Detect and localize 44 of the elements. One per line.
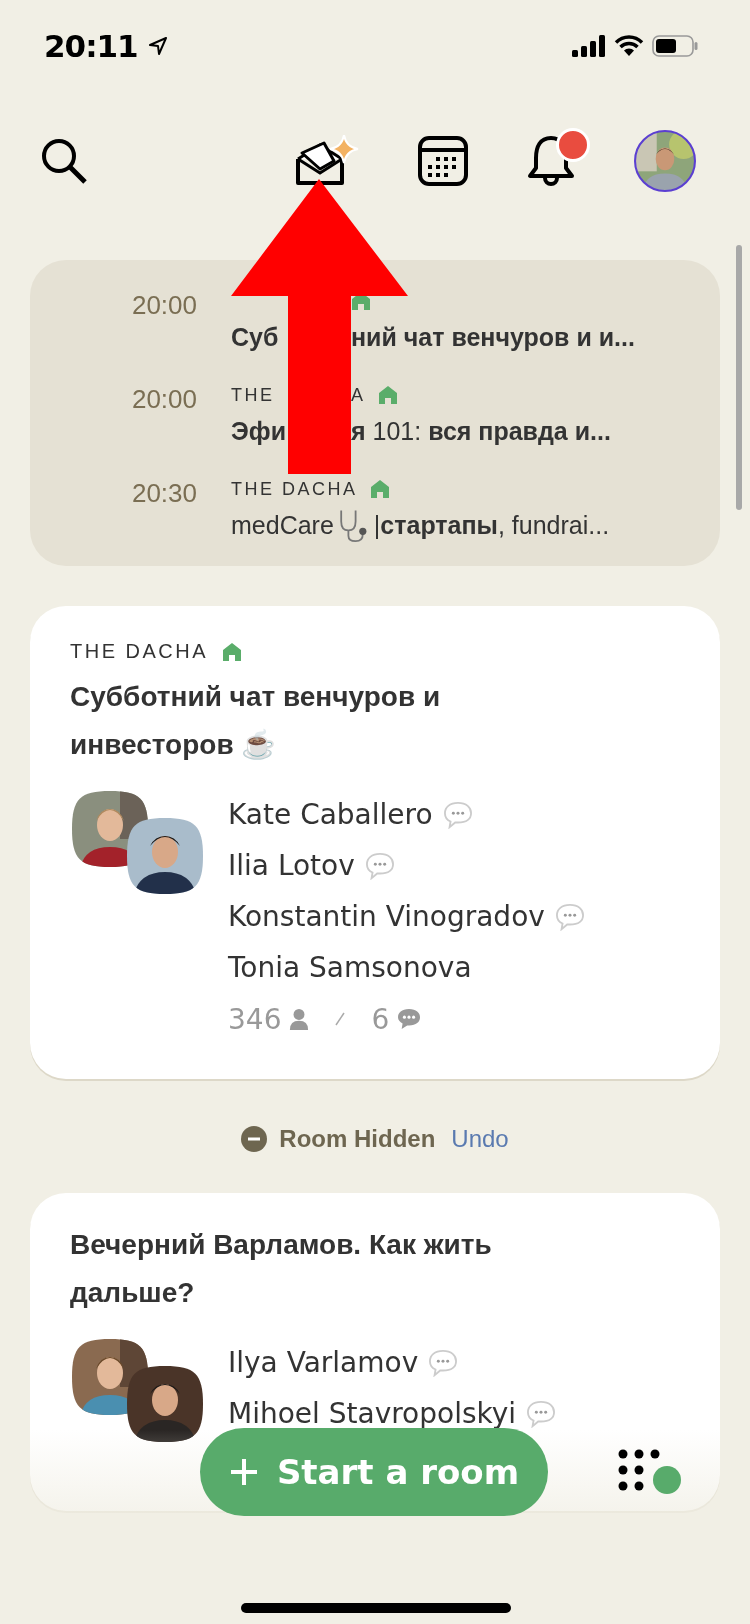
event-title: Эфи — [231, 416, 288, 446]
person-icon — [289, 1008, 310, 1030]
event-time: 20:30 — [130, 477, 197, 510]
envelope-icon[interactable] — [294, 135, 360, 187]
event-time: 20:00 — [130, 289, 197, 322]
chat-bubble-icon — [397, 1008, 422, 1030]
plus-icon — [228, 1457, 259, 1487]
speaker-name[interactable]: Ilia Lotov — [228, 849, 355, 882]
speaker-name[interactable]: Ilya Varlamov — [228, 1346, 419, 1379]
bell-icon[interactable] — [526, 134, 576, 188]
battery-icon — [652, 35, 698, 57]
house-icon — [369, 479, 390, 499]
event-title: ний чат венчуров и и... — [351, 322, 635, 352]
undo-link[interactable]: Undo — [451, 1125, 509, 1153]
location-arrow-icon — [147, 36, 168, 56]
speaker-name[interactable]: Kate Caballero — [228, 798, 433, 831]
search-icon[interactable] — [40, 137, 88, 185]
minus-circle-icon — [241, 1126, 268, 1152]
event-title: Суб — [231, 322, 280, 352]
club-name: THE DACHA — [70, 640, 209, 663]
club-name: THE — [231, 384, 275, 406]
speaker-name[interactable]: Konstantin Vinogradov — [228, 900, 545, 933]
status-time: 20:11 — [44, 28, 138, 64]
event-title: medCare — [231, 510, 334, 540]
speaker-name[interactable]: Mihoel Stavropolskyi — [228, 1397, 517, 1430]
room-title: Вечерний Варламов. Как жить дальше? — [70, 1228, 493, 1310]
event-title: я 101: вся правда и... — [351, 416, 611, 446]
event-time: 20:00 — [130, 383, 197, 416]
wifi-icon — [614, 35, 644, 57]
club-name: A — [351, 384, 366, 406]
upcoming-panel[interactable]: 20:00 Суб ний чат венчуров и и... 20:00 THE A Эфи я 101: вся правда и... 20:30 THE DACHA medCare |стартапы, fundrai... — [30, 260, 720, 566]
club-name: THE DACHA — [231, 478, 358, 500]
calendar-icon[interactable] — [418, 136, 468, 186]
room-card[interactable]: THE DACHA Субботний чат венчуров и инвесторов ☕ Kate Caballero Ilia Lotov Konstantin Vinogradov Tonia Samsonova 346 6 — [30, 606, 720, 1079]
listener-count: 346 — [228, 1002, 282, 1036]
speaker-name[interactable]: Tonia Samsonova — [228, 951, 472, 984]
signal-icon — [572, 35, 606, 57]
house-icon — [222, 641, 243, 662]
slash-divider — [335, 1012, 346, 1026]
house-icon — [377, 385, 398, 405]
room-title: Субботний чат венчуров и инвесторов ☕ — [70, 680, 442, 762]
event-title: |стартапы, fundrai... — [373, 510, 610, 540]
room-hidden-label: Room Hidden — [279, 1125, 436, 1153]
speaker-count: 6 — [371, 1002, 390, 1036]
